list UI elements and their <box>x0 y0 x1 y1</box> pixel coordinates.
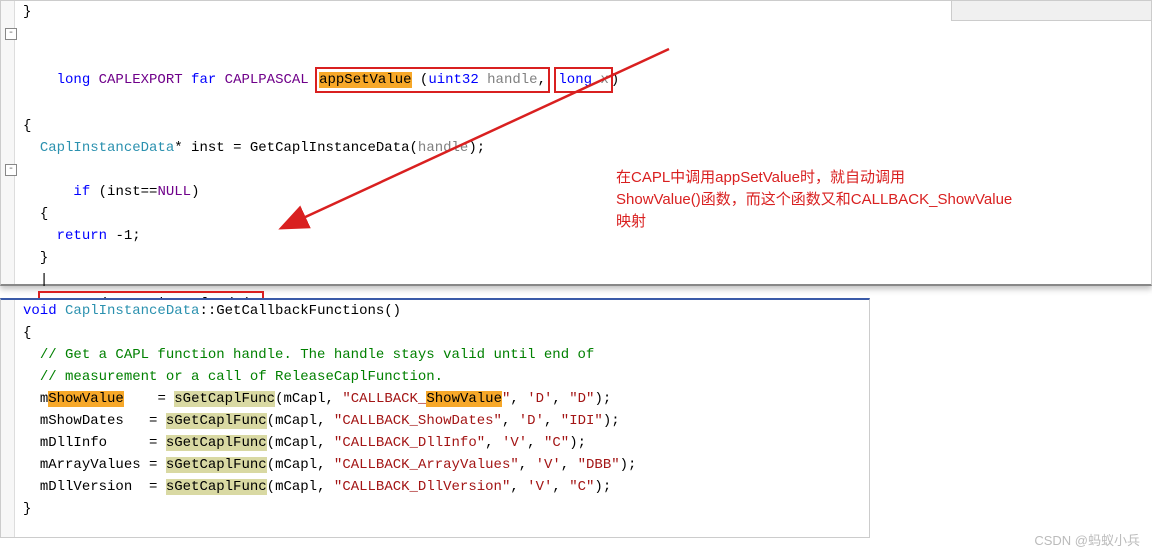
code-line[interactable]: } <box>19 1 1151 23</box>
brace: { <box>40 206 48 222</box>
arg-handle: handle <box>418 140 468 156</box>
code-line[interactable]: { <box>19 115 1151 137</box>
highlight-param-box: long x <box>554 67 612 93</box>
code-line[interactable]: } <box>19 247 1151 269</box>
type-long: long <box>558 72 592 88</box>
brace: { <box>23 118 31 134</box>
code-line[interactable]: void CaplInstanceData::GetCallbackFuncti… <box>19 300 869 322</box>
expr-op: == <box>141 184 158 200</box>
char-arg: 'V' <box>502 435 527 451</box>
func-sgetcaplfunc: sGetCaplFunc <box>166 479 267 495</box>
code-line[interactable]: { <box>19 322 869 344</box>
gutter-bottom <box>1 300 15 537</box>
param-x: x <box>600 72 608 88</box>
param-handle: handle <box>487 72 537 88</box>
type-uint32: uint32 <box>428 72 478 88</box>
comment-line1: // Get a CAPL function handle. The handl… <box>40 347 595 363</box>
func-getcaplinstancedata: GetCaplInstanceData <box>250 140 410 156</box>
code-line[interactable]: mArrayValues = sGetCaplFunc(mCapl, "CALL… <box>19 454 869 476</box>
str-arg: "C" <box>544 435 569 451</box>
fname-getcallbackfunctions: GetCallbackFunctions <box>216 303 384 319</box>
code-panel-top: } - long CAPLEXPORT far CAPLPASCAL appSe… <box>0 0 1152 286</box>
func-sgetcaplfunc: sGetCaplFunc <box>166 435 267 451</box>
var-marrayvalues: mArrayValues <box>40 457 141 473</box>
char-arg: 'D' <box>519 413 544 429</box>
var-showvalue-hl: ShowValue <box>48 391 124 407</box>
code-line[interactable]: | <box>19 269 1151 291</box>
cb-showdates: CALLBACK_ShowDates <box>342 413 493 429</box>
comment-line2: // measurement or a call of ReleaseCaplF… <box>40 369 443 385</box>
code-panel-bottom: void CaplInstanceData::GetCallbackFuncti… <box>0 298 870 538</box>
arg-mcapl: mCapl <box>275 435 317 451</box>
kw-return: return <box>57 228 107 244</box>
code-line[interactable]: CaplInstanceData* inst = GetCaplInstance… <box>19 137 1151 159</box>
annotation-text: 在CAPL中调用appSetValue时，就自动调用 ShowValue()函数… <box>616 167 1012 233</box>
brace: } <box>23 4 31 20</box>
type-caplinstancedata: CaplInstanceData <box>40 140 174 156</box>
char-arg: 'V' <box>536 457 561 473</box>
brace: } <box>40 250 48 266</box>
cb-dllversion: CALLBACK_DllVersion <box>342 479 502 495</box>
eq: = <box>233 140 241 156</box>
fname-appsetvalue: appSetValue <box>319 72 411 88</box>
var-inst: inst <box>191 140 225 156</box>
brace: { <box>23 325 31 341</box>
kw-long: long <box>57 72 91 88</box>
arg-mcapl: mCapl <box>275 413 317 429</box>
macro-caplexport: CAPLEXPORT <box>99 72 183 88</box>
annotation-line2: ShowValue()函数，而这个函数又和CALLBACK_ShowValue <box>616 189 1012 211</box>
ptr: * <box>174 140 182 156</box>
kw-void: void <box>23 303 57 319</box>
str-arg: "D" <box>569 391 594 407</box>
arg-mcapl: mCapl <box>275 457 317 473</box>
watermark: CSDN @蚂蚁小兵 <box>1034 530 1140 549</box>
highlight-fname-box: appSetValue (uint32 handle, <box>315 67 550 93</box>
code-line[interactable]: } <box>19 498 869 520</box>
func-sgetcaplfunc: sGetCaplFunc <box>166 457 267 473</box>
char-arg: 'D' <box>527 391 552 407</box>
cb-showvalue-hl: ShowValue <box>426 391 502 407</box>
annotation-line3: 映射 <box>616 211 1012 233</box>
code-line[interactable]: // Get a CAPL function handle. The handl… <box>19 344 869 366</box>
arg-mcapl: mCapl <box>284 391 326 407</box>
str-arg: "C" <box>569 479 594 495</box>
code-line[interactable]: mDllVersion = sGetCaplFunc(mCapl, "CALLB… <box>19 476 869 498</box>
expr-inst: inst <box>107 184 141 200</box>
var-mdllversion: mDllVersion <box>40 479 132 495</box>
cb-arrayvalues: CALLBACK_ArrayValues <box>342 457 510 473</box>
code-line[interactable]: mShowDates = sGetCaplFunc(mCapl, "CALLBA… <box>19 410 869 432</box>
type-caplinstancedata: CaplInstanceData <box>65 303 199 319</box>
expr-null: NULL <box>157 184 191 200</box>
collapse-icon[interactable]: - <box>5 28 17 40</box>
var-mshowdates: mShowDates <box>40 413 124 429</box>
code-line[interactable]: mDllInfo = sGetCaplFunc(mCapl, "CALLBACK… <box>19 432 869 454</box>
annotation-line1: 在CAPL中调用appSetValue时，就自动调用 <box>616 167 1012 189</box>
str-arg: "DBB" <box>578 457 620 473</box>
char-arg: 'V' <box>527 479 552 495</box>
kw-far: far <box>191 72 216 88</box>
func-sgetcaplfunc: sGetCaplFunc <box>166 413 267 429</box>
collapse-icon[interactable]: - <box>5 164 17 176</box>
var-mdllinfo: mDllInfo <box>40 435 107 451</box>
code-line[interactable]: - long CAPLEXPORT far CAPLPASCAL appSetV… <box>19 23 1151 115</box>
var-prefix: m <box>40 391 48 407</box>
cb-dllinfo: CALLBACK_DllInfo <box>342 435 476 451</box>
func-sgetcaplfunc: sGetCaplFunc <box>174 391 275 407</box>
macro-caplpascal: CAPLPASCAL <box>225 72 309 88</box>
val-neg1: -1 <box>115 228 132 244</box>
brace: } <box>23 501 31 517</box>
code-line[interactable]: // measurement or a call of ReleaseCaplF… <box>19 366 869 388</box>
scope-op: :: <box>199 303 216 319</box>
cb-prefix: CALLBACK_ <box>351 391 427 407</box>
arg-mcapl: mCapl <box>275 479 317 495</box>
code-line[interactable]: mShowValue = sGetCaplFunc(mCapl, "CALLBA… <box>19 388 869 410</box>
str-arg: "IDI" <box>561 413 603 429</box>
gutter-top <box>1 1 15 284</box>
cursor: | <box>40 272 48 288</box>
kw-if: if <box>73 184 90 200</box>
